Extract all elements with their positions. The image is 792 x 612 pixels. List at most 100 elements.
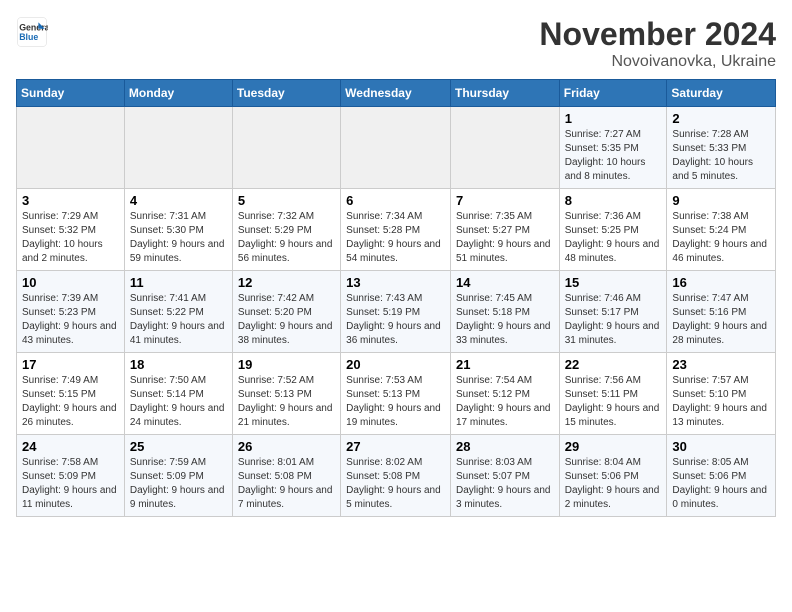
weekday-header-thursday: Thursday [450,80,559,107]
day-info: Sunrise: 7:50 AM Sunset: 5:14 PM Dayligh… [130,374,227,430]
calendar-cell: 8Sunrise: 7:36 AM Sunset: 5:25 PM Daylig… [559,189,667,271]
calendar-cell: 4 Sunrise: 7:31 AM Sunset: 5:30 PM Daylig… [124,189,232,271]
calendar-week-5: 24 Sunrise: 7:58 AM Sunset: 5:09 PM Dayli… [17,435,776,517]
day-info: Sunrise: 7:42 AM Sunset: 5:20 PM Dayligh… [238,292,335,348]
month-title: November 2024 [539,16,776,53]
day-info: Sunrise: 7:28 AM Sunset: 5:33 PM Dayligh… [672,128,770,184]
title-area: November 2024 Novoivanovka, Ukraine [539,16,776,71]
calendar-cell: 17Sunrise: 7:49 AM Sunset: 5:15 PM Dayli… [17,353,125,435]
day-info: Sunrise: 7:41 AM Sunset: 5:22 PM Dayligh… [130,292,227,348]
calendar-cell: 21 Sunrise: 7:54 AM Sunset: 5:12 PM Dayli… [450,353,559,435]
day-number: 3 [22,193,119,208]
calendar-cell: 14Sunrise: 7:45 AM Sunset: 5:18 PM Dayli… [450,271,559,353]
day-number: 30 [672,439,770,454]
calendar-cell: 30 Sunrise: 8:05 AM Sunset: 5:06 PM Dayli… [667,435,776,517]
day-info: Sunrise: 7:49 AM Sunset: 5:15 PM Dayligh… [22,374,119,430]
calendar-cell: 26Sunrise: 8:01 AM Sunset: 5:08 PM Dayli… [232,435,340,517]
day-number: 24 [22,439,119,454]
day-number: 22 [565,357,662,372]
calendar-cell: 24 Sunrise: 7:58 AM Sunset: 5:09 PM Dayli… [17,435,125,517]
day-number: 26 [238,439,335,454]
day-info: Sunrise: 7:32 AM Sunset: 5:29 PM Dayligh… [238,210,335,266]
weekday-header-monday: Monday [124,80,232,107]
calendar-header: SundayMondayTuesdayWednesdayThursdayFrid… [17,80,776,107]
day-number: 21 [456,357,554,372]
calendar-week-2: 3 Sunrise: 7:29 AM Sunset: 5:32 PM Daylig… [17,189,776,271]
logo-icon: General Blue [16,16,48,48]
day-info: Sunrise: 7:31 AM Sunset: 5:30 PM Dayligh… [130,210,227,266]
calendar-cell: 13 Sunrise: 7:43 AM Sunset: 5:19 PM Dayli… [341,271,451,353]
day-number: 1 [565,111,662,126]
day-info: Sunrise: 8:03 AM Sunset: 5:07 PM Dayligh… [456,456,554,512]
calendar-cell: 23 Sunrise: 7:57 AM Sunset: 5:10 PM Dayli… [667,353,776,435]
calendar-cell: 1Sunrise: 7:27 AM Sunset: 5:35 PM Daylig… [559,107,667,189]
day-number: 11 [130,275,227,290]
calendar-cell: 27 Sunrise: 8:02 AM Sunset: 5:08 PM Dayli… [341,435,451,517]
day-info: Sunrise: 7:58 AM Sunset: 5:09 PM Dayligh… [22,456,119,512]
calendar-cell: 20 Sunrise: 7:53 AM Sunset: 5:13 PM Dayli… [341,353,451,435]
day-info: Sunrise: 7:54 AM Sunset: 5:12 PM Dayligh… [456,374,554,430]
day-number: 23 [672,357,770,372]
day-number: 13 [346,275,445,290]
day-info: Sunrise: 7:35 AM Sunset: 5:27 PM Dayligh… [456,210,554,266]
calendar: SundayMondayTuesdayWednesdayThursdayFrid… [16,79,776,517]
calendar-cell: 18Sunrise: 7:50 AM Sunset: 5:14 PM Dayli… [124,353,232,435]
day-number: 9 [672,193,770,208]
day-number: 16 [672,275,770,290]
calendar-cell [17,107,125,189]
calendar-week-3: 10 Sunrise: 7:39 AM Sunset: 5:23 PM Dayli… [17,271,776,353]
day-number: 7 [456,193,554,208]
day-info: Sunrise: 8:02 AM Sunset: 5:08 PM Dayligh… [346,456,445,512]
calendar-cell [341,107,451,189]
weekday-header-sunday: Sunday [17,80,125,107]
day-info: Sunrise: 8:04 AM Sunset: 5:06 PM Dayligh… [565,456,662,512]
calendar-cell: 16 Sunrise: 7:47 AM Sunset: 5:16 PM Dayli… [667,271,776,353]
day-number: 10 [22,275,119,290]
calendar-cell: 7 Sunrise: 7:35 AM Sunset: 5:27 PM Daylig… [450,189,559,271]
calendar-cell: 29Sunrise: 8:04 AM Sunset: 5:06 PM Dayli… [559,435,667,517]
calendar-cell: 22Sunrise: 7:56 AM Sunset: 5:11 PM Dayli… [559,353,667,435]
calendar-cell: 28 Sunrise: 8:03 AM Sunset: 5:07 PM Dayli… [450,435,559,517]
day-number: 6 [346,193,445,208]
calendar-cell [232,107,340,189]
day-number: 27 [346,439,445,454]
day-info: Sunrise: 7:43 AM Sunset: 5:19 PM Dayligh… [346,292,445,348]
day-number: 5 [238,193,335,208]
day-number: 4 [130,193,227,208]
day-info: Sunrise: 7:52 AM Sunset: 5:13 PM Dayligh… [238,374,335,430]
location-title: Novoivanovka, Ukraine [539,53,776,71]
logo: General Blue [16,16,48,48]
day-number: 28 [456,439,554,454]
day-info: Sunrise: 7:45 AM Sunset: 5:18 PM Dayligh… [456,292,554,348]
calendar-week-1: 1Sunrise: 7:27 AM Sunset: 5:35 PM Daylig… [17,107,776,189]
day-info: Sunrise: 7:59 AM Sunset: 5:09 PM Dayligh… [130,456,227,512]
calendar-cell: 2 Sunrise: 7:28 AM Sunset: 5:33 PM Daylig… [667,107,776,189]
page-header: General Blue November 2024 Novoivanovka,… [16,16,776,71]
day-number: 2 [672,111,770,126]
day-number: 20 [346,357,445,372]
calendar-cell: 6Sunrise: 7:34 AM Sunset: 5:28 PM Daylig… [341,189,451,271]
svg-text:General: General [19,22,48,32]
calendar-cell: 11 Sunrise: 7:41 AM Sunset: 5:22 PM Dayli… [124,271,232,353]
day-info: Sunrise: 7:38 AM Sunset: 5:24 PM Dayligh… [672,210,770,266]
day-info: Sunrise: 7:29 AM Sunset: 5:32 PM Dayligh… [22,210,119,266]
calendar-cell [450,107,559,189]
calendar-cell: 10 Sunrise: 7:39 AM Sunset: 5:23 PM Dayli… [17,271,125,353]
calendar-cell [124,107,232,189]
day-info: Sunrise: 7:47 AM Sunset: 5:16 PM Dayligh… [672,292,770,348]
calendar-cell: 9 Sunrise: 7:38 AM Sunset: 5:24 PM Daylig… [667,189,776,271]
day-info: Sunrise: 7:57 AM Sunset: 5:10 PM Dayligh… [672,374,770,430]
svg-text:Blue: Blue [19,32,38,42]
calendar-body: 1Sunrise: 7:27 AM Sunset: 5:35 PM Daylig… [17,107,776,517]
weekday-header-tuesday: Tuesday [232,80,340,107]
calendar-cell: 15Sunrise: 7:46 AM Sunset: 5:17 PM Dayli… [559,271,667,353]
weekday-header-saturday: Saturday [667,80,776,107]
day-number: 25 [130,439,227,454]
weekday-header-wednesday: Wednesday [341,80,451,107]
day-info: Sunrise: 7:39 AM Sunset: 5:23 PM Dayligh… [22,292,119,348]
day-info: Sunrise: 7:53 AM Sunset: 5:13 PM Dayligh… [346,374,445,430]
calendar-cell: 12Sunrise: 7:42 AM Sunset: 5:20 PM Dayli… [232,271,340,353]
calendar-cell: 19Sunrise: 7:52 AM Sunset: 5:13 PM Dayli… [232,353,340,435]
day-info: Sunrise: 8:05 AM Sunset: 5:06 PM Dayligh… [672,456,770,512]
day-number: 8 [565,193,662,208]
